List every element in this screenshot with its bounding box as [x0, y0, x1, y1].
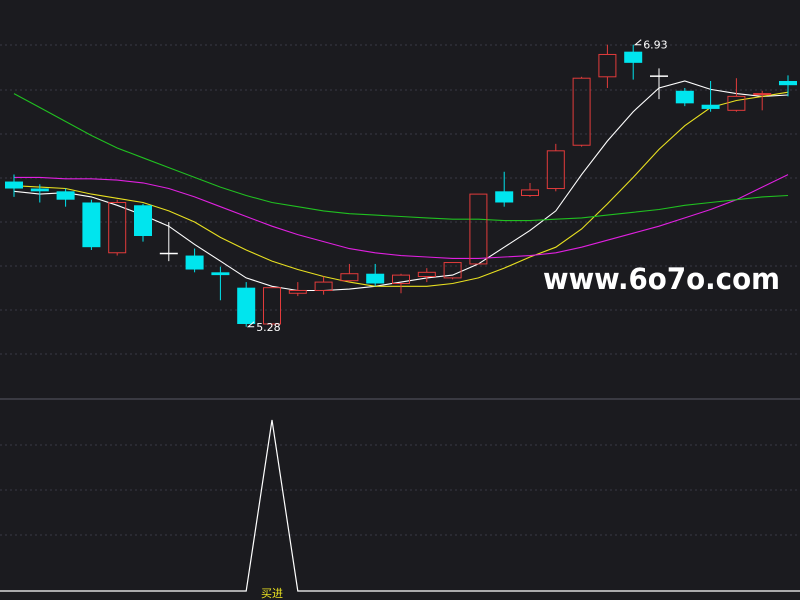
candle-body [30, 188, 49, 192]
candle-body [5, 181, 23, 189]
candle [237, 282, 256, 327]
candle-body [134, 205, 152, 237]
candle-body [159, 252, 178, 255]
stock-chart: 5.28 6.93 买进 www.6o7o.com [0, 0, 800, 600]
candle-body [753, 93, 772, 96]
candle-body [779, 80, 797, 86]
candle-body [211, 272, 230, 276]
candle [82, 199, 101, 250]
candle-body [650, 75, 668, 77]
candle [134, 203, 152, 242]
signal-label: 买进 [261, 587, 283, 600]
watermark-text: www.6o7o.com [543, 262, 780, 296]
annotation-label: 6.93 [643, 39, 668, 52]
candle-body [237, 287, 256, 324]
candle-body [185, 255, 204, 270]
candle-body [56, 191, 75, 200]
annotation-label: 5.28 [256, 321, 281, 334]
candle-body [675, 90, 694, 104]
candle-body [624, 51, 643, 63]
candle-body [366, 273, 385, 284]
candle-body [82, 202, 101, 248]
candle-body [701, 104, 720, 109]
candle-body [495, 191, 514, 203]
